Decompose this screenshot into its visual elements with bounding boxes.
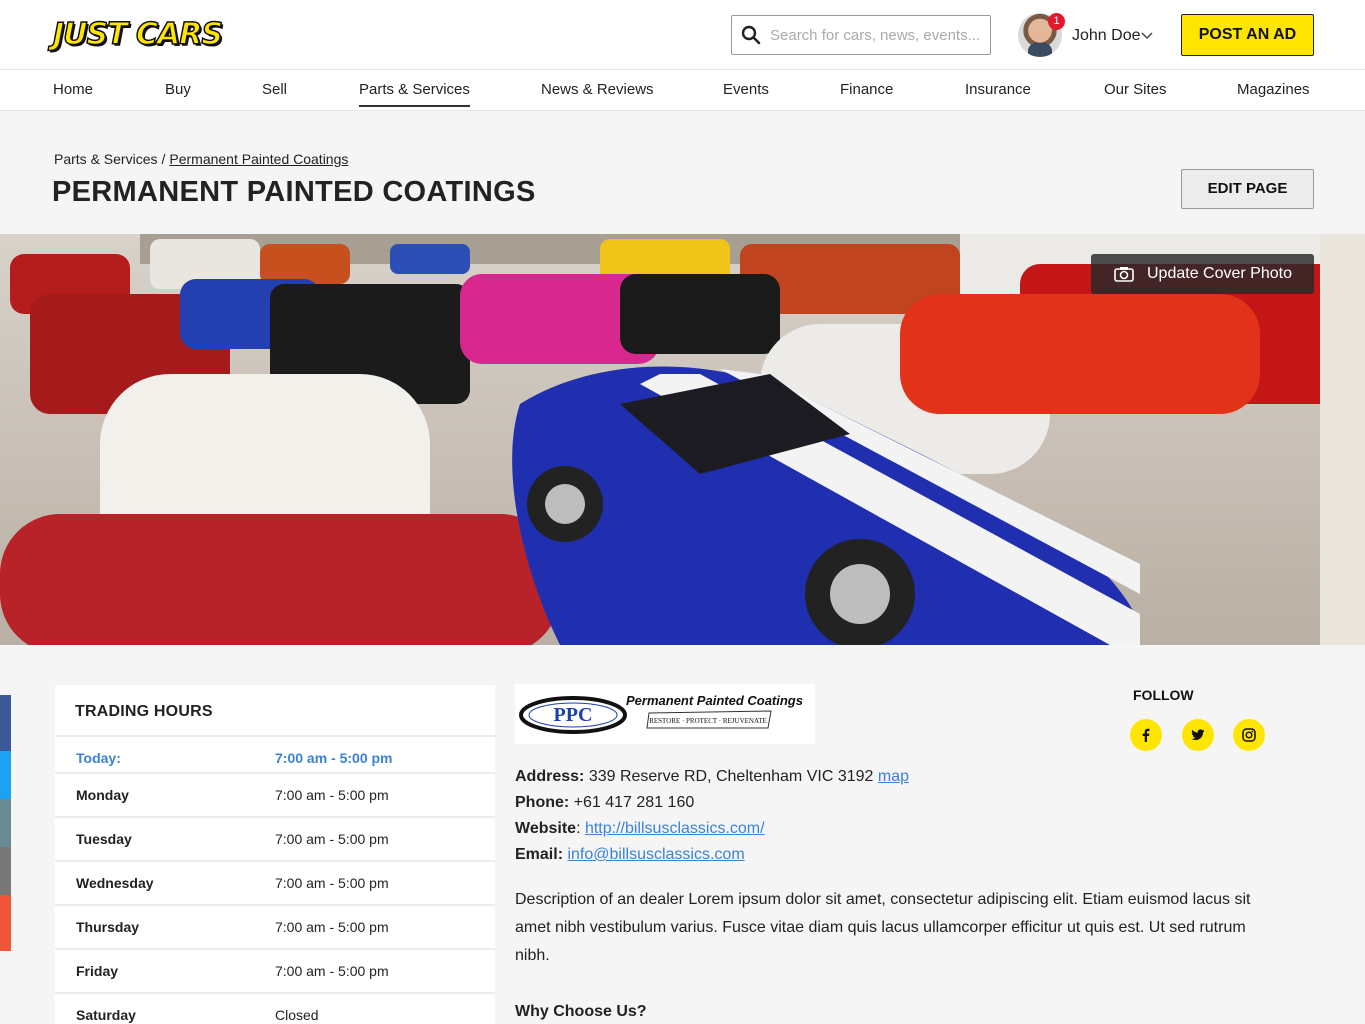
trading-hours-panel: TRADING HOURS Today: 7:00 am - 5:00 pm M… [55,685,495,1024]
cover-image [0,234,1365,645]
breadcrumb: Parts & Services / Permanent Painted Coati… [54,151,348,167]
breadcrumb-current[interactable]: Permanent Painted Coatings [169,151,348,167]
hours-row-saturday: Saturday Closed [55,992,495,1024]
email-link[interactable]: info@billsusclassics.com [567,846,744,863]
phone-value[interactable]: +61 417 281 160 [574,794,695,811]
hours-time: 7:00 am - 5:00 pm [275,831,389,847]
user-menu[interactable]: 1 John Doe [1018,13,1158,59]
post-an-ad-button[interactable]: POST AN AD [1181,14,1314,56]
hours-day: Monday [76,787,129,803]
ppc-abbr: PPC [554,704,593,726]
hours-time: 7:00 am - 5:00 pm [275,875,389,891]
phone-line: Phone: +61 417 281 160 [515,794,694,812]
hours-row-tuesday: Tuesday 7:00 am - 5:00 pm [55,816,495,860]
hours-day: Thursday [76,919,140,935]
nav-buy[interactable]: Buy [165,81,191,98]
share-email-tab[interactable] [0,847,11,895]
hours-row-thursday: Thursday 7:00 am - 5:00 pm [55,904,495,948]
address-label: Address: [515,768,585,785]
hours-time: 7:00 am - 5:00 pm [275,919,389,935]
trading-hours-title: TRADING HOURS [75,703,213,720]
breadcrumb-separator: / [161,151,166,167]
hours-day: Saturday [76,1007,136,1023]
update-cover-label: Update Cover Photo [1147,265,1292,282]
share-more-tab[interactable] [0,895,11,951]
nav-events[interactable]: Events [723,81,769,98]
phone-label: Phone: [515,794,570,811]
address-line: Address: 339 Reserve RD, Cheltenham VIC … [515,768,909,786]
nav-sell[interactable]: Sell [262,81,287,98]
ppc-name: Permanent Painted Coatings [626,693,803,708]
notification-badge[interactable]: 1 [1048,13,1065,30]
instagram-icon [1242,728,1256,742]
why-choose-us-heading: Why Choose Us? [515,1003,647,1020]
hours-row-wednesday: Wednesday 7:00 am - 5:00 pm [55,860,495,904]
hours-time: 7:00 am - 5:00 pm [275,787,389,803]
hours-time: 7:00 am - 5:00 pm [275,750,393,766]
user-name[interactable]: John Doe [1072,27,1141,45]
facebook-button[interactable] [1130,719,1162,751]
page-title: PERMANENT PAINTED COATINGS [52,176,536,208]
email-label: Email: [515,846,564,863]
site-header: JUST CARS 1 John Doe POST AN AD [0,0,1365,70]
hours-day: Today: [76,750,121,766]
update-cover-photo-button[interactable]: Update Cover Photo [1091,254,1314,294]
nav-news-reviews[interactable]: News & Reviews [541,81,654,98]
business-logo: PPC Permanent Painted Coatings RESTORE ·… [515,684,815,744]
hours-day: Friday [76,963,119,979]
nav-finance[interactable]: Finance [840,81,893,98]
nav-our-sites[interactable]: Our Sites [1104,81,1167,98]
hours-day: Wednesday [76,875,154,891]
email-line: Email: info@billsusclassics.com [515,846,745,864]
hours-time: 7:00 am - 5:00 pm [275,963,389,979]
hours-day: Tuesday [76,831,132,847]
website-link[interactable]: http://billsusclassics.com/ [585,820,765,837]
share-facebook-tab[interactable] [0,695,11,751]
hours-time: Closed [275,1007,319,1023]
search-icon [741,25,761,45]
instagram-button[interactable] [1233,719,1265,751]
twitter-icon [1191,729,1205,741]
edit-page-button[interactable]: EDIT PAGE [1181,169,1314,209]
follow-title: FOLLOW [1133,687,1194,703]
twitter-button[interactable] [1182,719,1214,751]
facebook-icon [1142,728,1150,742]
cover-photo: Update Cover Photo [0,234,1365,645]
search-input[interactable] [770,24,982,46]
just-cars-logo[interactable]: JUST CARS [52,18,223,52]
nav-magazines[interactable]: Magazines [1237,81,1310,98]
nav-insurance[interactable]: Insurance [965,81,1031,98]
search-box[interactable] [731,15,991,55]
camera-icon [1114,267,1134,282]
chevron-down-icon[interactable] [1140,28,1154,42]
business-description: Description of an dealer Lorem ipsum dol… [515,891,1251,964]
website-line: Website: http://billsusclassics.com/ [515,820,765,837]
ppc-tagline: RESTORE · PROTECT · REJUVENATE [649,717,767,725]
nav-home[interactable]: Home [53,81,93,98]
ppc-logo-graphic: PPC Permanent Painted Coatings RESTORE ·… [519,693,803,734]
breadcrumb-parent[interactable]: Parts & Services [54,151,157,167]
nav-parts-services[interactable]: Parts & Services [359,81,470,107]
hours-row-monday: Monday 7:00 am - 5:00 pm [55,772,495,816]
address-value: 339 Reserve RD, Cheltenham VIC 3192 [588,768,874,785]
main-nav: Home Buy Sell Parts & Services News & Re… [0,70,1365,111]
share-linkedin-tab[interactable] [0,799,11,847]
map-link[interactable]: map [878,768,909,785]
share-twitter-tab[interactable] [0,751,11,799]
website-label: Website [515,820,577,837]
hours-row-friday: Friday 7:00 am - 5:00 pm [55,948,495,992]
